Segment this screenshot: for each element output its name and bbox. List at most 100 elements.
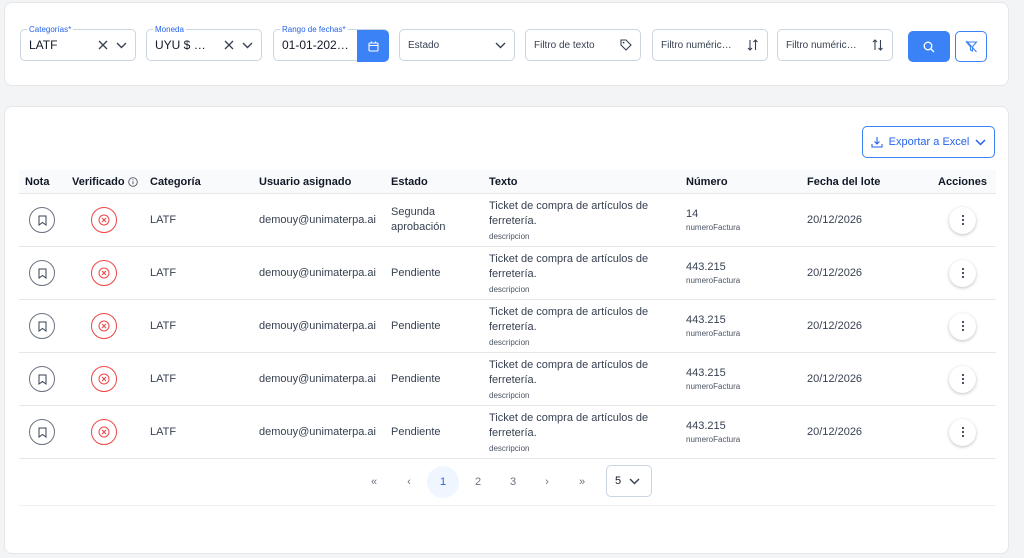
nota-button[interactable] [29,366,55,392]
chevron-down-icon[interactable] [242,42,253,49]
chevron-down-icon [629,478,640,485]
x-circle-icon [98,426,110,438]
sort-asc-icon[interactable] [872,39,884,51]
page-button-2[interactable]: 2 [462,466,494,498]
cell-texto: Ticket de compra de artículos de ferrete… [489,412,649,439]
nota-button[interactable] [29,260,55,286]
nota-button[interactable] [29,419,55,445]
clear-filters-button[interactable] [955,31,987,62]
cell-numero-sub: numeroFactura [686,435,741,444]
cell-fecha: 20/12/2026 [807,373,863,385]
more-vertical-icon [961,214,965,226]
cell-numero: 14 [686,208,699,220]
estado-select[interactable]: Estado [399,29,515,61]
prev-page-button[interactable]: ‹ [393,466,425,498]
categorias-select[interactable]: Categorías* LATF [20,24,136,61]
cell-numero-sub: numeroFactura [686,223,741,232]
header-verificado[interactable]: Verificado [72,176,149,188]
x-circle-icon [98,267,110,279]
filter-bar: Categorías* LATF Moneda UYU $ - P... Ran… [4,2,1009,86]
sort-desc-icon[interactable] [747,39,759,51]
chevron-down-icon[interactable] [116,42,127,49]
clear-icon[interactable] [98,40,108,50]
cell-texto: Ticket de compra de artículos de ferrete… [489,359,649,386]
cell-texto-sub: descripcion [489,338,530,347]
verificado-button[interactable] [91,260,117,286]
clear-icon[interactable] [224,40,234,50]
header-usuario[interactable]: Usuario asignado [259,176,391,188]
info-icon[interactable] [127,176,138,187]
more-vertical-icon [961,426,965,438]
bookmark-icon [38,215,47,226]
pagination: « ‹ 1 2 3 › » 5 [5,465,1010,499]
verificado-button[interactable] [91,313,117,339]
export-excel-label: Exportar a Excel [888,136,970,148]
nota-button[interactable] [29,313,55,339]
cell-estado: Pendiente [391,266,441,279]
x-circle-icon [98,373,110,385]
numerico-asc-input[interactable]: Filtro numérico ... [777,29,893,61]
filter-off-icon [964,40,978,53]
row-actions-button[interactable] [949,418,976,446]
header-categoria[interactable]: Categoría [149,176,259,188]
header-nota[interactable]: Nota [19,176,72,188]
cell-categoria: LATF [150,320,177,332]
texto-filter-input[interactable]: Filtro de texto [525,29,641,61]
cell-numero: 443.215 [686,367,726,379]
cell-texto-sub: descripcion [489,285,530,294]
x-circle-icon [98,214,110,226]
table-header: Nota Verificado Categoría Usuario asigna… [19,170,996,194]
cell-usuario: demouy@unimaterpa.ai [259,214,376,226]
categorias-label: Categorías* [27,24,74,35]
page-size-value: 5 [615,475,622,487]
header-verificado-label: Verificado [72,175,125,188]
x-circle-icon [98,320,110,332]
cell-texto: Ticket de compra de artículos de ferrete… [489,306,649,333]
categorias-value: LATF [29,38,58,52]
cell-fecha: 20/12/2026 [807,426,863,438]
page-button-3[interactable]: 3 [497,466,529,498]
header-texto[interactable]: Texto [489,176,686,188]
row-actions-button[interactable] [949,259,976,287]
cell-usuario: demouy@unimaterpa.ai [259,426,376,438]
cell-numero: 443.215 [686,420,726,432]
row-actions-button[interactable] [949,312,976,340]
header-fecha[interactable]: Fecha del lote [807,176,929,188]
cell-categoria: LATF [150,426,177,438]
more-vertical-icon [961,373,965,385]
cell-fecha: 20/12/2026 [807,214,863,226]
page-button-1[interactable]: 1 [427,466,459,498]
next-page-button[interactable]: › [531,466,563,498]
bookmark-icon [38,268,47,279]
moneda-select[interactable]: Moneda UYU $ - P... [146,24,262,61]
last-page-button[interactable]: » [566,466,598,498]
calendar-button[interactable] [357,30,389,62]
header-acciones: Acciones [938,175,987,188]
numerico-desc-input[interactable]: Filtro numérico ... [652,29,768,61]
header-estado[interactable]: Estado [391,176,489,188]
header-numero[interactable]: Número [686,176,807,188]
page-size-select[interactable]: 5 [606,465,652,497]
cell-estado: Segunda aprobación [391,206,446,233]
numerico-desc-placeholder: Filtro numérico ... [661,39,733,51]
row-actions-button[interactable] [949,365,976,393]
first-page-button[interactable]: « [358,466,390,498]
cell-numero: 443.215 [686,314,726,326]
rango-fechas-input[interactable]: Rango de fechas* 01-01-2026 ... [273,24,389,62]
cell-texto: Ticket de compra de artículos de ferrete… [489,253,649,280]
nota-button[interactable] [29,207,55,233]
cell-estado: Pendiente [391,425,441,438]
verificado-button[interactable] [91,207,117,233]
search-button[interactable] [908,31,950,62]
export-excel-button[interactable]: Exportar a Excel [862,126,995,158]
chevron-down-icon [975,138,986,146]
verificado-button[interactable] [91,366,117,392]
table-row: LATF demouy@unimaterpa.ai Pendiente Tick… [19,353,996,406]
cell-estado: Pendiente [391,372,441,385]
more-vertical-icon [961,267,965,279]
tag-icon [620,39,632,51]
verificado-button[interactable] [91,419,117,445]
row-actions-button[interactable] [949,206,976,234]
chevron-down-icon[interactable] [495,42,506,49]
cell-numero: 443.215 [686,261,726,273]
